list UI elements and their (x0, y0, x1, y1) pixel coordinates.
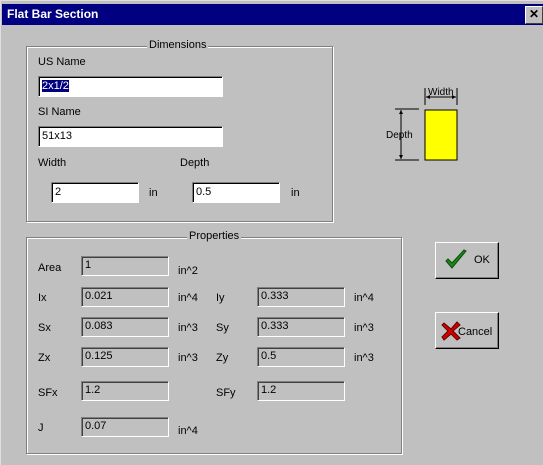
sfx-value: 1.2 (81, 381, 169, 401)
sx-label: Sx (38, 322, 51, 334)
iy-label: Iy (216, 292, 225, 304)
sx-unit: in^3 (178, 322, 198, 334)
width-input[interactable]: 2 (51, 182, 139, 203)
si-name-label: SI Name (38, 106, 81, 118)
section-rectangle (424, 109, 458, 161)
diagram-width-label: Width (428, 87, 454, 98)
sy-label: Sy (216, 322, 229, 334)
diagram-depth-label: Depth (386, 130, 413, 141)
zy-unit: in^3 (354, 352, 374, 364)
si-name-input[interactable]: 51x13 (38, 126, 223, 147)
j-unit: in^4 (178, 425, 198, 437)
sfy-value: 1.2 (257, 381, 345, 401)
sfx-label: SFx (38, 387, 58, 399)
section-diagram: Width Depth (385, 85, 467, 165)
width-label: Width (38, 157, 67, 169)
cancel-label: Cancel (458, 326, 493, 338)
dimensions-group-title: Dimensions (147, 39, 209, 51)
width-unit: in (149, 187, 158, 199)
zy-value: 0.5 (257, 347, 345, 367)
properties-group-title: Properties (187, 230, 242, 242)
sx-value: 0.083 (81, 317, 169, 337)
area-label: Area (38, 262, 62, 274)
zx-label: Zx (38, 352, 51, 364)
us-name-label: US Name (38, 56, 86, 68)
ix-value: 0.021 (81, 287, 169, 307)
area-unit: in^2 (178, 265, 198, 277)
depth-unit: in (291, 187, 300, 199)
us-name-input[interactable]: 2x1/2 (38, 76, 223, 97)
ok-label: OK (474, 254, 490, 266)
ok-button[interactable]: OK (435, 242, 499, 279)
iy-value: 0.333 (257, 287, 345, 307)
title-bar: Flat Bar Section ✕ (2, 4, 543, 25)
zy-label: Zy (216, 352, 229, 364)
sfy-label: SFy (216, 387, 236, 399)
cancel-button[interactable]: Cancel (435, 312, 499, 349)
zx-unit: in^3 (178, 352, 198, 364)
j-value: 0.07 (81, 417, 169, 437)
depth-input[interactable]: 0.5 (192, 182, 280, 203)
sy-unit: in^3 (354, 322, 374, 334)
sy-value: 0.333 (257, 317, 345, 337)
iy-unit: in^4 (354, 292, 374, 304)
zx-value: 0.125 (81, 347, 169, 367)
ix-unit: in^4 (178, 292, 198, 304)
window-title: Flat Bar Section (7, 7, 99, 21)
depth-label: Depth (180, 157, 210, 169)
close-button[interactable]: ✕ (525, 6, 543, 24)
checkmark-icon (444, 248, 468, 275)
dialog-window: Flat Bar Section ✕ Dimensions US Name 2x… (0, 0, 543, 465)
ix-label: Ix (38, 292, 47, 304)
j-label: J (38, 422, 44, 434)
area-value: 1 (81, 256, 169, 276)
flat-bar-section-diagram: Width Depth (386, 87, 458, 161)
close-icon: ✕ (528, 7, 540, 21)
